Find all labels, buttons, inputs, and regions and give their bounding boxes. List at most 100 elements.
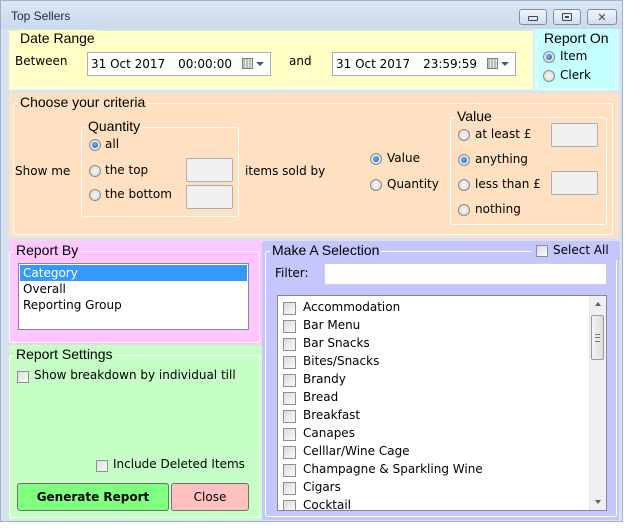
report-on-clerk-radio[interactable] bbox=[543, 70, 555, 82]
close-button[interactable]: Close bbox=[171, 483, 249, 511]
report-by-option-overall[interactable]: Overall bbox=[20, 281, 247, 297]
sold-by-value-label[interactable]: Value bbox=[387, 151, 420, 165]
value-anything-radio[interactable] bbox=[458, 154, 470, 166]
selection-item-checkbox[interactable] bbox=[283, 428, 296, 441]
sold-by-value-radio[interactable] bbox=[370, 153, 382, 165]
report-by-option-reporting-group[interactable]: Reporting Group bbox=[20, 297, 247, 313]
select-all-wrapper: Select All bbox=[532, 242, 620, 260]
scroll-down-icon[interactable] bbox=[595, 500, 601, 504]
between-label: Between bbox=[15, 54, 68, 68]
show-breakdown-label[interactable]: Show breakdown by individual till bbox=[34, 368, 236, 382]
selection-item-checkbox[interactable] bbox=[283, 356, 296, 369]
report-on-clerk-label[interactable]: Clerk bbox=[560, 68, 591, 82]
selection-item-checkbox[interactable] bbox=[283, 482, 296, 495]
close-window-button[interactable]: ✕ bbox=[587, 9, 617, 25]
quantity-top-radio[interactable] bbox=[89, 165, 101, 177]
date-range-panel: Date Range Between 31 Oct 2017 00:00:00 … bbox=[9, 30, 533, 90]
selection-list[interactable]: Accommodation Bar Menu Bar Snacks Bites/Sna… bbox=[277, 295, 607, 511]
at-least-amount-input[interactable] bbox=[551, 123, 598, 147]
criteria-panel: Choose your criteria Show me Quantity al… bbox=[9, 93, 619, 238]
scroll-thumb[interactable] bbox=[591, 315, 604, 360]
selection-item-checkbox[interactable] bbox=[283, 500, 296, 510]
start-time-value: 00:00:00 bbox=[178, 57, 232, 71]
selection-item-label: Bread bbox=[303, 390, 339, 404]
title-bar[interactable]: Top Sellers ✕ bbox=[1, 1, 622, 29]
value-nothing-label[interactable]: nothing bbox=[475, 202, 521, 216]
selection-item-label: Canapes bbox=[303, 426, 355, 440]
selection-item-checkbox[interactable] bbox=[283, 302, 296, 315]
selection-item-label: Cigars bbox=[303, 480, 341, 494]
dropdown-arrow-icon[interactable] bbox=[501, 62, 509, 66]
selection-item-label: Breakfast bbox=[303, 408, 361, 422]
report-on-item-radio[interactable] bbox=[543, 51, 555, 63]
report-settings-panel: Report Settings Show breakdown by indivi… bbox=[9, 345, 262, 520]
generate-report-button[interactable]: Generate Report bbox=[17, 483, 169, 511]
report-on-item-label[interactable]: Item bbox=[560, 49, 587, 63]
include-deleted-label[interactable]: Include Deleted Items bbox=[113, 457, 245, 471]
quantity-all-radio[interactable] bbox=[89, 139, 101, 151]
less-than-amount-input[interactable] bbox=[551, 171, 598, 195]
selection-item-label: Brandy bbox=[303, 372, 346, 386]
selection-legend: Make A Selection bbox=[270, 242, 382, 258]
selection-item-label: Celllar/Wine Cage bbox=[303, 444, 410, 458]
date-range-legend: Date Range bbox=[18, 30, 97, 46]
items-sold-by-label: items sold by bbox=[245, 164, 326, 178]
selection-item-label: Bites/Snacks bbox=[303, 354, 380, 368]
report-by-panel: Report By Category Overall Reporting Gro… bbox=[9, 241, 262, 345]
selection-item-checkbox[interactable] bbox=[283, 446, 296, 459]
start-date-picker[interactable]: 31 Oct 2017 00:00:00 bbox=[87, 52, 271, 76]
filter-input[interactable] bbox=[324, 263, 607, 285]
window-title: Top Sellers bbox=[11, 9, 71, 23]
include-deleted-checkbox[interactable] bbox=[96, 460, 108, 472]
value-anything-label[interactable]: anything bbox=[475, 152, 528, 166]
value-less-than-label[interactable]: less than £ bbox=[475, 177, 541, 191]
quantity-top-label[interactable]: the top bbox=[105, 163, 148, 177]
vertical-scrollbar[interactable] bbox=[589, 296, 606, 510]
report-by-legend: Report By bbox=[14, 242, 81, 258]
value-at-least-label[interactable]: at least £ bbox=[475, 127, 531, 141]
selection-item-label: Bar Menu bbox=[303, 318, 361, 332]
end-time-value: 23:59:59 bbox=[423, 57, 477, 71]
report-settings-legend: Report Settings bbox=[14, 346, 115, 362]
selection-item-checkbox[interactable] bbox=[283, 320, 296, 333]
report-on-panel: Report On Item Clerk bbox=[534, 29, 619, 91]
minimize-button[interactable] bbox=[519, 9, 547, 25]
selection-item-label: Accommodation bbox=[303, 300, 401, 314]
selection-item-checkbox[interactable] bbox=[283, 392, 296, 405]
value-legend: Value bbox=[455, 108, 494, 124]
calendar-icon[interactable] bbox=[242, 58, 253, 69]
end-date-picker[interactable]: 31 Oct 2017 23:59:59 bbox=[332, 52, 516, 76]
sold-by-quantity-radio[interactable] bbox=[370, 179, 382, 191]
dropdown-arrow-icon[interactable] bbox=[256, 62, 264, 66]
selection-item-checkbox[interactable] bbox=[283, 464, 296, 477]
start-date-value: 31 Oct 2017 bbox=[91, 57, 166, 71]
report-by-option-category[interactable]: Category bbox=[20, 265, 247, 281]
value-less-than-radio[interactable] bbox=[458, 179, 470, 191]
bottom-count-input[interactable] bbox=[186, 185, 233, 209]
maximize-button[interactable] bbox=[553, 9, 581, 25]
show-breakdown-checkbox[interactable] bbox=[17, 371, 29, 383]
select-all-label[interactable]: Select All bbox=[553, 243, 609, 257]
quantity-bottom-radio[interactable] bbox=[89, 189, 101, 201]
scroll-up-icon[interactable] bbox=[595, 302, 601, 306]
top-count-input[interactable] bbox=[186, 158, 233, 182]
sold-by-quantity-label[interactable]: Quantity bbox=[387, 177, 439, 191]
selection-item-label: Champagne & Sparkling Wine bbox=[303, 462, 483, 476]
value-nothing-radio[interactable] bbox=[458, 204, 470, 216]
top-sellers-window: Top Sellers ✕ Date Range Between 31 Oct … bbox=[0, 0, 623, 522]
minimize-icon bbox=[528, 16, 538, 21]
filter-label: Filter: bbox=[275, 266, 309, 280]
selection-item-checkbox[interactable] bbox=[283, 410, 296, 423]
selection-item-checkbox[interactable] bbox=[283, 338, 296, 351]
selection-item-checkbox[interactable] bbox=[283, 374, 296, 387]
criteria-legend: Choose your criteria bbox=[18, 94, 148, 110]
calendar-icon[interactable] bbox=[487, 58, 498, 69]
selection-panel: Make A Selection Select All Filter: Acco… bbox=[262, 241, 620, 520]
quantity-bottom-label[interactable]: the bottom bbox=[105, 187, 172, 201]
selection-item-label: Cocktail bbox=[303, 498, 351, 511]
select-all-checkbox[interactable] bbox=[536, 245, 548, 257]
quantity-all-label[interactable]: all bbox=[105, 137, 119, 151]
value-at-least-radio[interactable] bbox=[458, 129, 470, 141]
report-on-legend: Report On bbox=[542, 30, 611, 46]
report-by-listbox[interactable]: Category Overall Reporting Group bbox=[18, 263, 249, 330]
